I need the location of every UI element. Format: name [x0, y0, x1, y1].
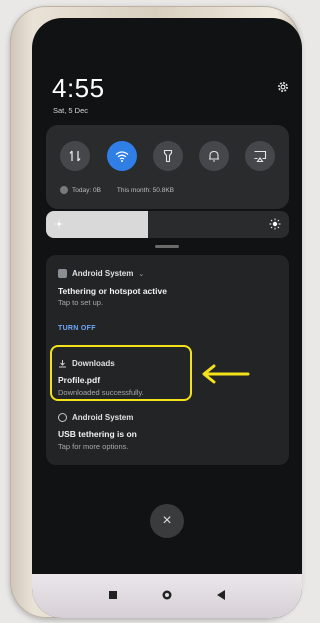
notification-shade: 4:55 Sat, 5 Dec Today: 0B This month: 50…: [32, 18, 302, 618]
phone-frame: 4:55 Sat, 5 Dec Today: 0B This month: 50…: [10, 6, 302, 618]
clear-all-button[interactable]: ×: [150, 504, 184, 538]
navigation-bar: [32, 574, 302, 618]
usage-today: Today: 0B: [72, 186, 101, 194]
clock: 4:55: [52, 73, 105, 103]
notification-app-header: Android System ⌄: [58, 269, 144, 278]
gear-icon[interactable]: [276, 80, 290, 94]
notification-app-header: Android System: [58, 413, 133, 422]
usage-month: This month: 50.8KB: [116, 186, 175, 194]
notification-subtitle: Tap to set up.: [58, 298, 104, 307]
quick-settings-panel: Today: 0B This month: 50.8KB: [46, 125, 289, 209]
flashlight-icon: [163, 149, 173, 163]
notification-list: Android System ⌄ Tethering or hotspot ac…: [46, 255, 289, 465]
usb-tethering-icon: [58, 413, 67, 422]
screen-cast-icon: [254, 150, 267, 163]
circle-icon: [162, 590, 172, 600]
square-icon: [109, 591, 117, 599]
notification-app-name: Android System: [72, 269, 134, 278]
tile-screen-cast[interactable]: [245, 141, 275, 171]
data-usage: Today: 0B This month: 50.8KB: [60, 186, 174, 194]
arrow-left-icon: [202, 364, 250, 384]
turn-off-button[interactable]: TURN OFF: [58, 325, 96, 332]
recents-button[interactable]: [106, 588, 120, 602]
notification-subtitle: Tap for more options.: [58, 442, 129, 451]
back-button[interactable]: [214, 588, 228, 602]
highlight-box: [50, 345, 192, 401]
tile-data-transfer[interactable]: [60, 141, 90, 171]
shade-handle[interactable]: [155, 245, 179, 248]
date: Sat, 5 Dec: [53, 106, 89, 115]
brightness-high-icon: [269, 218, 281, 230]
tile-notifications[interactable]: [199, 141, 229, 171]
notification-title[interactable]: USB tethering is on: [58, 429, 137, 439]
android-system-icon: [58, 269, 67, 278]
brightness-low-icon: [55, 220, 63, 228]
bell-icon: [209, 150, 219, 162]
tile-flashlight[interactable]: [153, 141, 183, 171]
home-button[interactable]: [160, 588, 174, 602]
chevron-down-icon[interactable]: ⌄: [138, 270, 144, 278]
brightness-slider[interactable]: [46, 211, 289, 238]
triangle-back-icon: [216, 590, 225, 600]
data-transfer-icon: [69, 150, 81, 162]
notification-title[interactable]: Tethering or hotspot active: [58, 286, 167, 296]
close-icon: ×: [162, 512, 172, 529]
notification-app-name: Android System: [72, 413, 134, 422]
data-usage-icon: [60, 186, 68, 194]
tile-wifi[interactable]: [107, 141, 137, 171]
wifi-icon: [115, 151, 129, 162]
